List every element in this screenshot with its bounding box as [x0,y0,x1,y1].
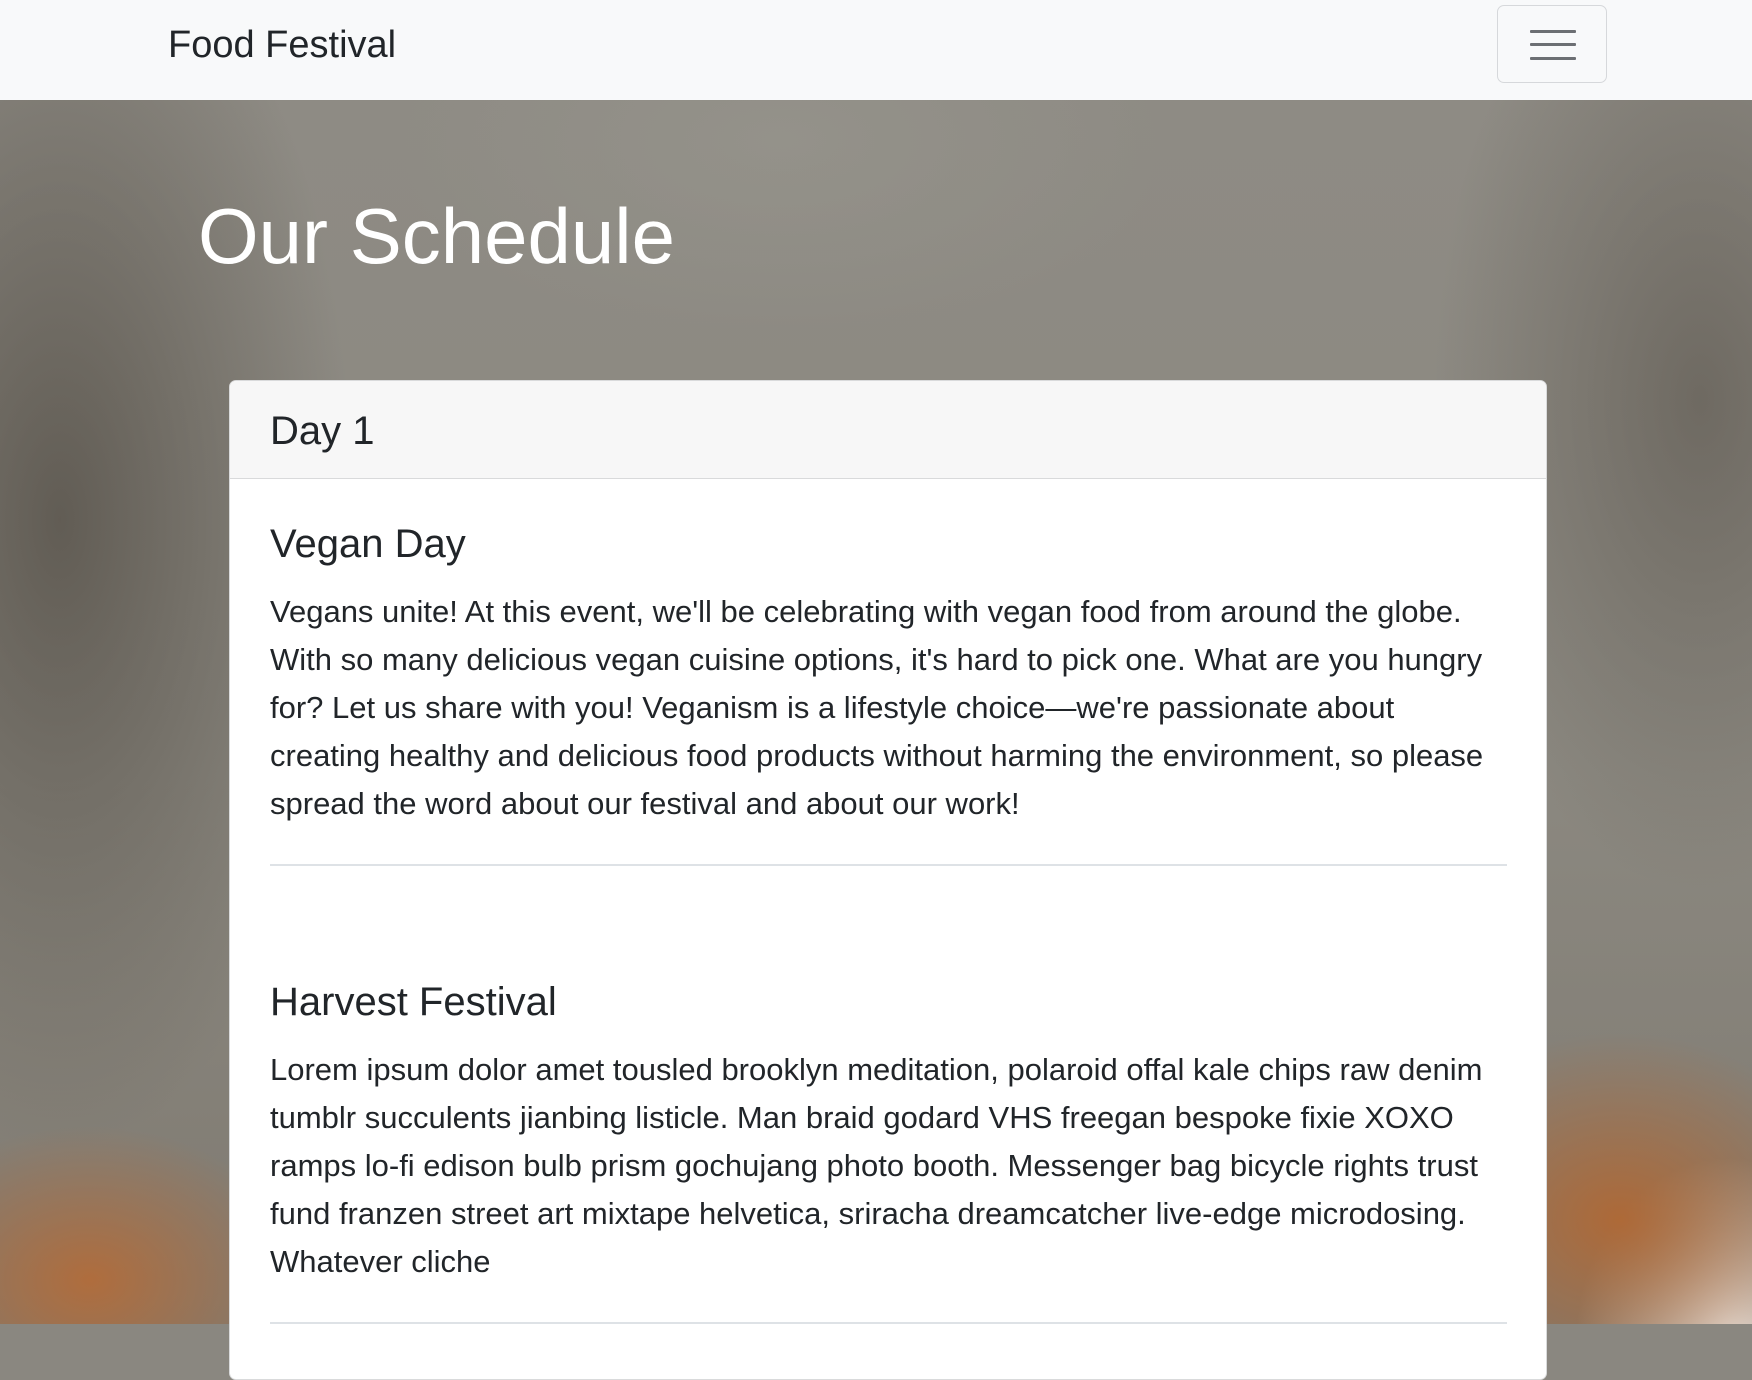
navbar: Food Festival [0,0,1752,100]
card-header: Day 1 [230,381,1546,479]
page-title: Our Schedule [198,192,675,280]
event-divider [270,864,1507,866]
event-title: Harvest Festival [270,980,557,1024]
schedule-card: Day 1 Vegan Day Vegans unite! At this ev… [229,380,1547,1380]
event-description: Lorem ipsum dolor amet tousled brooklyn … [270,1052,1483,1279]
event-description: Vegans unite! At this event, we'll be ce… [270,594,1484,821]
event-divider [270,1322,1507,1324]
day-label: Day 1 [270,409,375,453]
navbar-toggler-button[interactable] [1497,5,1607,83]
event-title: Vegan Day [270,522,466,566]
event-item-harvest-festival: Harvest Festival Lorem ipsum dolor amet … [270,978,1507,1324]
brand-link[interactable]: Food Festival [168,22,396,68]
event-item-vegan-day: Vegan Day Vegans unite! At this event, w… [270,520,1507,866]
